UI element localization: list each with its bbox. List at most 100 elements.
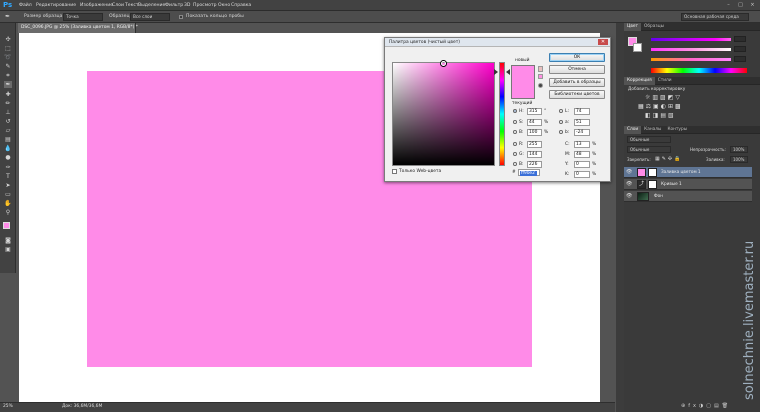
tab-color[interactable]: Цвет xyxy=(624,23,642,31)
color-picker-cursor[interactable] xyxy=(441,61,446,66)
b-field[interactable]: -24 xyxy=(574,129,590,136)
lightness-field[interactable]: 74 xyxy=(574,108,590,115)
maximize-button[interactable]: □ xyxy=(737,2,744,9)
clone-stamp-icon[interactable]: ⊥ xyxy=(4,109,12,116)
blue-value-field[interactable] xyxy=(734,56,746,62)
pen-tool-icon[interactable]: ✑ xyxy=(4,164,12,171)
crop-tool-icon[interactable]: ⌗ xyxy=(4,72,12,79)
layer-name[interactable]: Кривые 1 xyxy=(661,181,682,186)
sample-select[interactable]: Все слои xyxy=(130,13,170,21)
eyedropper-icon[interactable]: ✒ xyxy=(4,81,12,88)
web-safe-cube-icon[interactable] xyxy=(538,83,543,88)
hue-field[interactable]: 315 xyxy=(527,108,542,115)
workspace-select[interactable]: Основная рабочая среда xyxy=(681,13,749,21)
magenta-field[interactable]: 48 xyxy=(574,151,590,158)
layer-row[interactable]: 👁 Фон xyxy=(624,191,752,202)
brightness-field[interactable]: 100 xyxy=(527,129,542,136)
layers-bottom-icons[interactable]: ⊕fx◑▢▤🗑 xyxy=(681,403,731,409)
adjustment-icons-row1[interactable]: ☼▥▨◩▽ xyxy=(645,94,682,101)
quick-mask-icon[interactable]: ◙ xyxy=(4,237,12,244)
sample-size-select[interactable]: Точка xyxy=(63,13,103,21)
tab-layers[interactable]: Слои xyxy=(624,126,642,134)
menu-type[interactable]: Текст xyxy=(125,2,139,9)
red-field[interactable]: 255 xyxy=(527,141,542,148)
tab-adjustments[interactable]: Коррекция xyxy=(624,77,655,85)
saturation-brightness-field[interactable] xyxy=(392,61,495,166)
tab-styles[interactable]: Стили xyxy=(655,77,675,85)
document-tab[interactable]: DSC_0096.JPG @ 25% (Заливка цветом 1, RG… xyxy=(18,23,138,33)
cancel-button[interactable]: Отмена xyxy=(549,65,605,74)
adjustment-icons-row3[interactable]: ◧◨▤▧ xyxy=(645,112,676,119)
current-color-swatch[interactable] xyxy=(511,82,535,99)
show-ring-checkbox[interactable] xyxy=(179,15,183,19)
color-spectrum-ramp[interactable] xyxy=(651,68,747,73)
foreground-color-swatch[interactable] xyxy=(3,222,10,229)
gamut-color-swatch[interactable] xyxy=(538,74,543,79)
blend-mode-select[interactable]: Обычные xyxy=(627,146,671,153)
hue-slider[interactable] xyxy=(499,62,505,166)
yellow-field[interactable]: 0 xyxy=(574,161,590,168)
layer-row[interactable]: 👁 ⤴ Кривые 1 xyxy=(624,179,752,190)
add-to-swatches-button[interactable]: Добавить в образцы xyxy=(549,78,605,87)
lock-icons[interactable]: ▦✎✣🔒 xyxy=(655,156,682,162)
opacity-field[interactable]: 100% xyxy=(730,146,748,153)
rectangle-tool-icon[interactable]: ▭ xyxy=(4,191,12,198)
layer-kind-filter[interactable]: Обычные xyxy=(627,136,671,143)
red-value-field[interactable] xyxy=(734,36,746,42)
black-field[interactable]: 0 xyxy=(574,171,590,178)
menu-view[interactable]: Просмотр xyxy=(193,2,217,9)
menu-filter[interactable]: Фильтр xyxy=(165,2,183,9)
move-tool-icon[interactable]: ✣ xyxy=(4,36,12,43)
dialog-close-button[interactable]: ✕ xyxy=(598,39,608,45)
web-colors-only-checkbox[interactable] xyxy=(392,169,397,174)
color-libraries-button[interactable]: Библиотеки цветов xyxy=(549,90,605,99)
eraser-tool-icon[interactable]: ▱ xyxy=(4,127,12,134)
layer-name[interactable]: Фон xyxy=(654,193,663,198)
eye-icon[interactable]: 👁 xyxy=(626,170,632,175)
blue-slider[interactable] xyxy=(651,58,731,61)
lightness-radio[interactable] xyxy=(559,109,563,113)
healing-brush-icon[interactable]: ✚ xyxy=(4,91,12,98)
zoom-level[interactable]: 25% xyxy=(3,404,13,409)
brightness-radio[interactable] xyxy=(513,130,517,134)
hue-slider-left-arrow-icon[interactable] xyxy=(494,69,498,75)
layer-name[interactable]: Заливка цветом 1 xyxy=(661,169,701,174)
marquee-tool-icon[interactable]: ⬚ xyxy=(4,45,12,52)
menu-help[interactable]: Справка xyxy=(231,2,251,9)
path-select-icon[interactable]: ➤ xyxy=(4,182,12,189)
dodge-tool-icon[interactable]: ● xyxy=(4,154,12,161)
hand-tool-icon[interactable]: ✋ xyxy=(4,200,12,207)
close-window-button[interactable]: × xyxy=(749,2,756,9)
eye-icon[interactable]: 👁 xyxy=(626,182,632,187)
menu-file[interactable]: Файл xyxy=(19,2,32,9)
tab-channels[interactable]: Каналы xyxy=(641,126,664,134)
tab-paths[interactable]: Контуры xyxy=(664,126,690,134)
cyan-field[interactable]: 13 xyxy=(574,141,590,148)
green-field[interactable]: 144 xyxy=(527,151,542,158)
saturation-field[interactable]: 44 xyxy=(527,119,542,126)
lasso-tool-icon[interactable]: ➰ xyxy=(4,54,12,61)
blur-tool-icon[interactable]: 💧 xyxy=(4,145,12,152)
menu-window[interactable]: Окно xyxy=(218,2,230,9)
ok-button[interactable]: ОК xyxy=(549,53,605,62)
menu-edit[interactable]: Редактирование xyxy=(36,2,76,9)
saturation-radio[interactable] xyxy=(513,120,517,124)
layer-mask-thumbnail[interactable] xyxy=(648,180,657,189)
history-brush-icon[interactable]: ↺ xyxy=(4,118,12,125)
quick-select-tool-icon[interactable]: ✎ xyxy=(4,63,12,70)
layer-mask-thumbnail[interactable] xyxy=(648,168,657,177)
eyedropper-tool-icon[interactable]: ✒ xyxy=(5,14,10,20)
panel-background-swatch[interactable] xyxy=(633,43,642,52)
layer-row[interactable]: 👁 Заливка цветом 1 xyxy=(624,167,752,178)
menu-select[interactable]: Выделение xyxy=(138,2,165,9)
dialog-title-bar[interactable]: Палитра цветов (чистый цвет) ✕ xyxy=(385,38,610,47)
blue-radio[interactable] xyxy=(513,162,517,166)
fill-field[interactable]: 100% xyxy=(730,156,748,163)
adjustment-icons-row2[interactable]: ▦⚖▣◐⊞▩ xyxy=(638,103,683,110)
minimize-button[interactable]: – xyxy=(725,2,732,9)
green-slider[interactable] xyxy=(651,48,731,51)
out-of-gamut-warning-icon[interactable] xyxy=(538,66,543,72)
type-tool-icon[interactable]: T xyxy=(4,173,12,180)
hex-field[interactable]: ff90e2 xyxy=(518,169,540,176)
menu-layers[interactable]: Слои xyxy=(112,2,124,9)
